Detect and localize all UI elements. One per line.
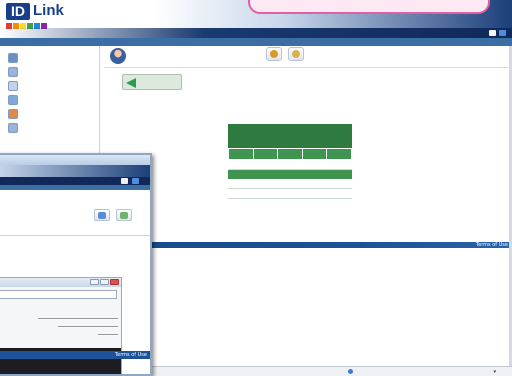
print-icon[interactable] [132,178,139,184]
sidebar-item-logout[interactable] [8,52,18,64]
window-divider [0,235,150,236]
table-cell [253,159,278,170]
app-header: ID Link [0,0,512,38]
window-header-strip [0,177,150,185]
viewer-info-line [98,334,118,335]
viewer-address-bar[interactable] [0,290,117,299]
patient-avatar[interactable] [110,48,126,64]
order-table-row[interactable] [228,159,352,170]
order-table-header [301,148,328,160]
close-icon[interactable] [110,279,119,285]
order-table [228,148,352,170]
document-icon [8,81,18,91]
file-icon [8,109,18,119]
window-breadcrumb [0,185,150,190]
order-panel [228,124,352,199]
action-icon [292,50,300,58]
print-icon[interactable] [499,30,506,36]
order-header [228,124,352,148]
calendar-icon [8,67,18,77]
notes-header [228,170,352,179]
order-table-header [252,148,279,160]
highlight-tab [248,0,490,14]
home-icon[interactable] [489,30,496,36]
viewer-window[interactable] [0,277,122,374]
window-toolbar-button-1[interactable] [94,209,110,221]
window-titlebar[interactable] [0,155,150,165]
header-strip [0,28,512,38]
window-toolbar-button-2[interactable] [116,209,132,221]
sidebar-item-documents[interactable] [8,80,18,92]
maximize-icon[interactable] [100,279,109,285]
order-table-header [277,148,303,160]
zoom-dropdown-icon[interactable]: ▾ [493,369,496,375]
table-cell [277,159,303,170]
sidebar-item-questions[interactable] [8,122,18,134]
welcome-area [489,28,506,38]
viewer-info-line [38,318,118,319]
order-table-header [228,148,254,160]
order-table-header [326,148,352,160]
patient-action-button-1[interactable] [266,47,282,61]
breadcrumb [0,38,512,46]
patient-action-button-2[interactable] [288,47,304,61]
toolbar-icon [98,212,106,219]
viewer-titlebar[interactable] [0,278,121,287]
logo-id: ID [6,3,30,20]
logo-link: Link [33,2,64,19]
minimize-icon[interactable] [90,279,99,285]
back-arrow-icon [126,78,136,88]
table-cell [228,159,254,170]
window-footer-bar: Terms of Use [0,351,150,359]
table-cell [302,159,327,170]
toolbar-icon [120,212,128,219]
sidebar-item-calendar[interactable] [8,66,18,78]
overlapping-window[interactable]: Terms of Use [0,153,152,376]
back-to-order-list-button[interactable] [122,74,182,90]
notes-line [228,189,352,199]
window-header [0,165,150,177]
terms-of-use-link[interactable]: Terms of Use [115,351,147,359]
image-icon [8,95,18,105]
patient-info-bar [104,46,512,68]
logout-icon [8,53,18,63]
terms-of-use-link[interactable]: Terms of Use [476,241,508,249]
action-icon [270,50,278,58]
sidebar-item-images[interactable] [8,94,18,106]
sidebar-item-files[interactable] [8,108,18,120]
table-cell [326,159,352,170]
question-icon [8,123,18,133]
notes-line [228,179,352,189]
internet-zone-icon [348,369,353,374]
browser-status-bar: ▾ [150,366,512,376]
viewer-info-line [58,326,118,327]
home-icon[interactable] [121,178,128,184]
